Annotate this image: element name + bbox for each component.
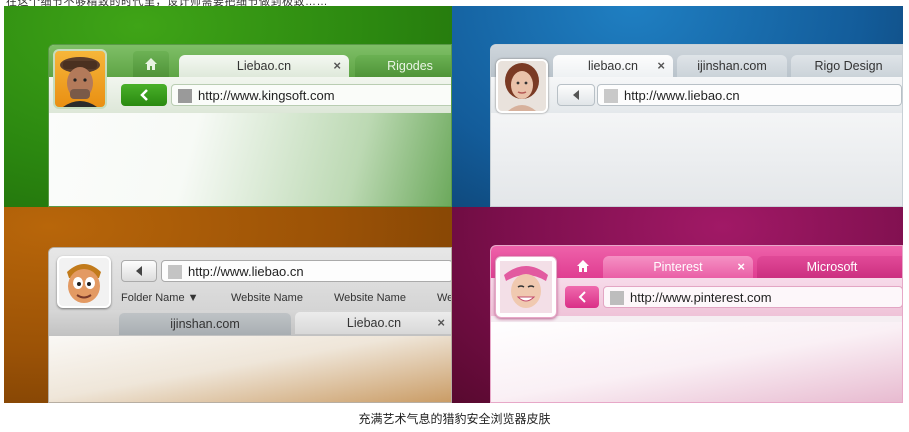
page-content bbox=[49, 336, 451, 402]
tab-label: Pinterest bbox=[653, 260, 703, 274]
favicon-placeholder bbox=[168, 265, 182, 279]
tab-bar: ijinshan.com Liebao.cn × bbox=[49, 310, 451, 336]
tab-microsoft[interactable]: Microsoft bbox=[757, 256, 902, 278]
browser-frame: Pinterest × Microsoft http://www.pintere… bbox=[490, 245, 903, 403]
avatar[interactable] bbox=[496, 59, 548, 113]
tab-label: Rigo Design bbox=[814, 59, 883, 73]
bookmark-folder[interactable]: Folder Name ▼ bbox=[121, 292, 199, 304]
avatar-man-icon bbox=[60, 57, 100, 107]
address-bar[interactable]: http://www.kingsoft.com bbox=[171, 84, 451, 106]
tab-ijinshan[interactable]: ijinshan.com bbox=[677, 55, 787, 77]
favicon-placeholder bbox=[178, 89, 192, 103]
home-tab[interactable] bbox=[565, 254, 601, 278]
tab-liebao[interactable]: Liebao.cn × bbox=[179, 55, 349, 77]
orange-skin-panel: http://www.liebao.cn Folder Name ▼ Websi… bbox=[4, 207, 452, 403]
tab-liebao[interactable]: liebao.cn × bbox=[553, 55, 673, 77]
tab-label: Microsoft bbox=[806, 260, 858, 274]
address-bar[interactable]: http://www.liebao.cn bbox=[161, 260, 451, 282]
back-button[interactable] bbox=[565, 286, 599, 308]
address-row: http://www.liebao.cn bbox=[491, 77, 902, 113]
url-text: http://www.kingsoft.com bbox=[198, 88, 335, 103]
tab-label: ijinshan.com bbox=[697, 59, 767, 73]
tab-ijinshan[interactable]: ijinshan.com bbox=[119, 313, 291, 335]
browser-frame: liebao.cn × ijinshan.com Rigo Design htt… bbox=[490, 44, 903, 207]
close-icon[interactable]: × bbox=[437, 312, 445, 334]
blue-skin-panel: liebao.cn × ijinshan.com Rigo Design htt… bbox=[452, 6, 903, 207]
tab-liebao[interactable]: Liebao.cn × bbox=[295, 312, 451, 334]
tab-bar: liebao.cn × ijinshan.com Rigo Design bbox=[491, 45, 902, 77]
tab-label: ijinshan.com bbox=[170, 317, 240, 331]
home-icon bbox=[145, 58, 157, 70]
avatar-cartoon-icon bbox=[59, 258, 109, 306]
address-bar[interactable]: http://www.liebao.cn bbox=[597, 84, 902, 106]
page-content bbox=[491, 322, 902, 402]
close-icon[interactable]: × bbox=[657, 55, 665, 77]
bookmark-item[interactable]: Website Name bbox=[334, 292, 406, 304]
triangle-left-icon bbox=[573, 90, 579, 100]
bookmark-item[interactable]: Website Name bbox=[231, 292, 303, 304]
back-button[interactable] bbox=[557, 84, 595, 106]
url-text: http://www.liebao.cn bbox=[624, 88, 740, 103]
tab-pinterest[interactable]: Pinterest × bbox=[603, 256, 753, 278]
avatar[interactable] bbox=[53, 49, 107, 109]
triangle-left-icon bbox=[136, 266, 142, 276]
url-text: http://www.pinterest.com bbox=[630, 290, 772, 305]
avatar-woman-icon bbox=[498, 61, 546, 111]
home-tab[interactable] bbox=[133, 51, 169, 77]
address-row: http://www.kingsoft.com bbox=[49, 77, 451, 113]
avatar[interactable] bbox=[57, 256, 111, 308]
browser-frame: http://www.liebao.cn Folder Name ▼ Websi… bbox=[48, 247, 452, 403]
back-button[interactable] bbox=[121, 84, 167, 106]
favicon-placeholder bbox=[604, 89, 618, 103]
screenshot-root: 在这个细节不够精致的时代里，设计师需要把细节做到极致…… Liebao.cn ×… bbox=[0, 0, 909, 432]
url-text: http://www.liebao.cn bbox=[188, 264, 304, 279]
tab-label: liebao.cn bbox=[587, 59, 639, 73]
tab-label: Liebao.cn bbox=[236, 59, 292, 73]
avatar[interactable] bbox=[495, 256, 557, 318]
page-content bbox=[491, 113, 902, 206]
page-content bbox=[49, 113, 451, 206]
avatar-smiling-woman-icon bbox=[500, 261, 552, 313]
tab-bar: Liebao.cn × Rigodes bbox=[49, 45, 451, 77]
address-bar[interactable]: http://www.pinterest.com bbox=[603, 286, 902, 308]
browser-frame: Liebao.cn × Rigodes http://www.kingsoft.… bbox=[48, 44, 452, 207]
pink-skin-panel: Pinterest × Microsoft http://www.pintere… bbox=[452, 207, 903, 403]
caption: 充满艺术气息的猎豹安全浏览器皮肤 bbox=[358, 412, 551, 426]
tab-label: Liebao.cn bbox=[346, 316, 402, 330]
bookmark-item[interactable]: We bbox=[437, 292, 451, 304]
chevron-left-icon bbox=[140, 89, 148, 101]
tab-rigodes[interactable]: Rigodes bbox=[355, 55, 451, 77]
chevron-left-icon bbox=[578, 291, 586, 303]
back-button[interactable] bbox=[121, 260, 157, 282]
close-icon[interactable]: × bbox=[333, 55, 341, 77]
tab-label: Rigodes bbox=[387, 59, 433, 73]
tab-rigo-design[interactable]: Rigo Design bbox=[791, 55, 902, 77]
close-icon[interactable]: × bbox=[737, 256, 745, 278]
home-icon bbox=[577, 260, 589, 272]
green-skin-panel: Liebao.cn × Rigodes http://www.kingsoft.… bbox=[4, 6, 452, 207]
favicon-placeholder bbox=[610, 291, 624, 305]
